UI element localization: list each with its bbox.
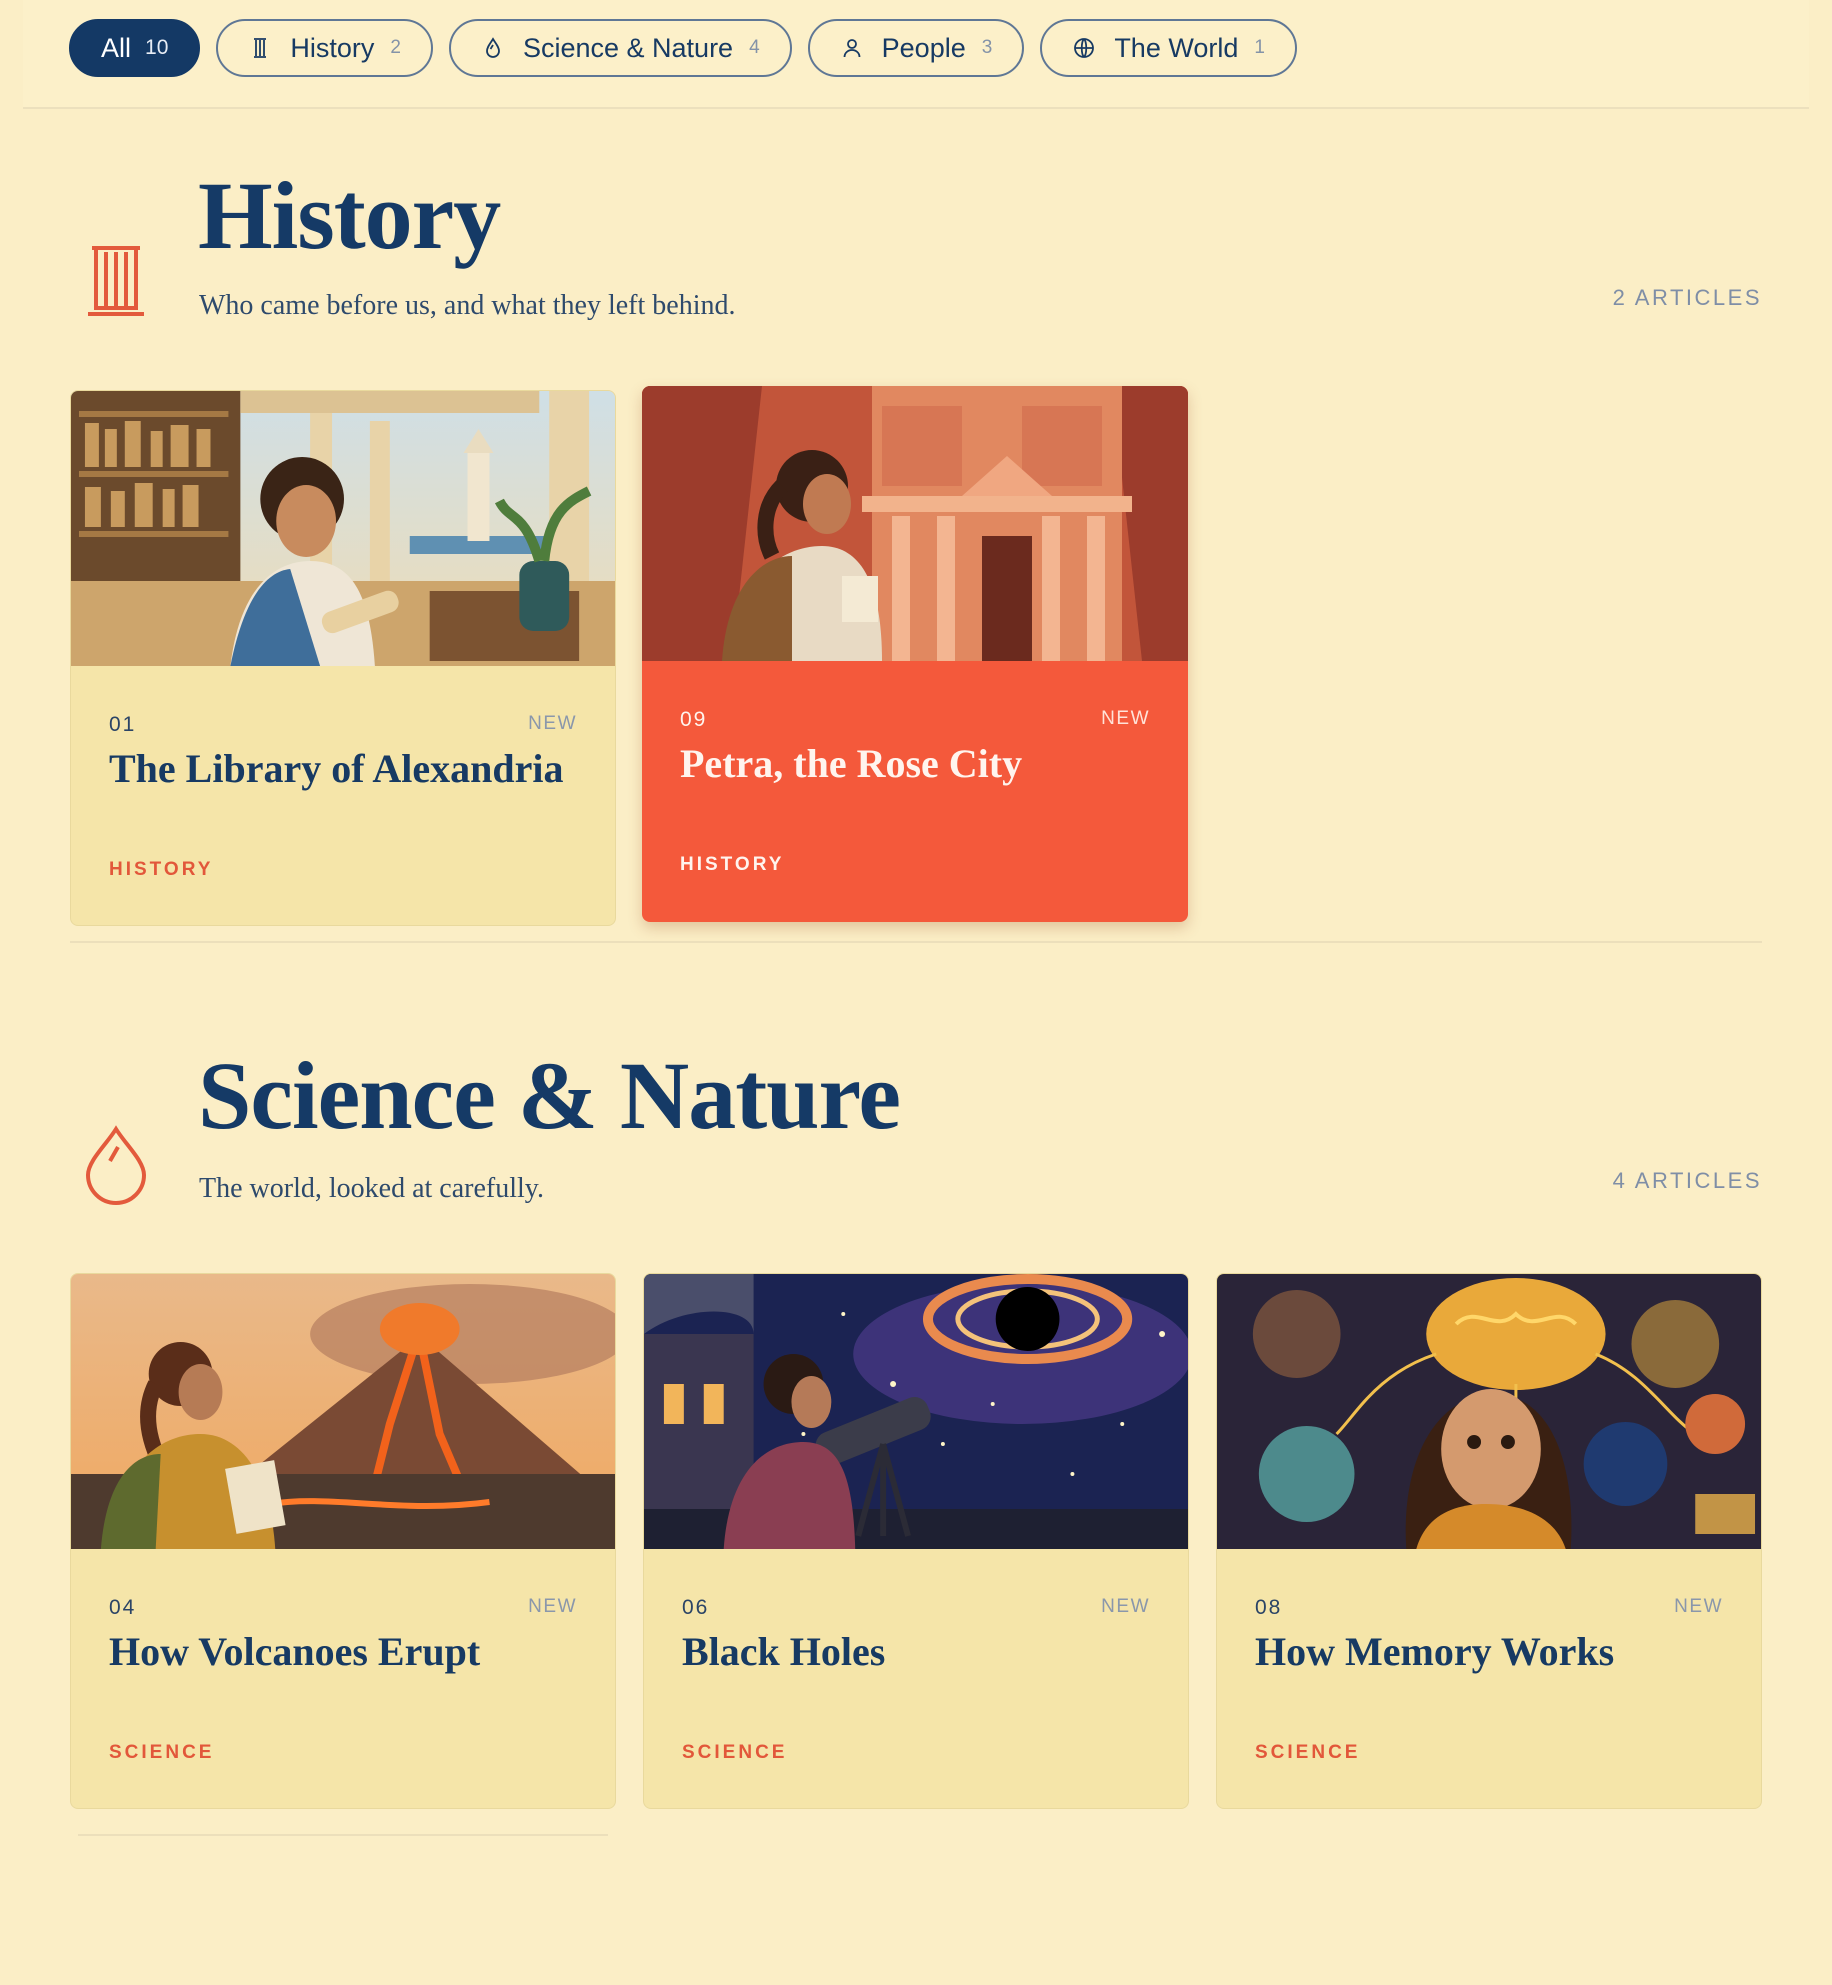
black-hole-illustration [644,1274,1188,1549]
article-card[interactable]: 06 NEW Black Holes SCIENCE [643,1273,1189,1809]
filter-chip-the-world[interactable]: The World 1 [1040,19,1297,77]
volcano-illustration [71,1274,615,1549]
article-card[interactable]: 01 NEW The Library of Alexandria HISTORY [70,390,616,926]
filter-bar: All 10 History 2 Science & Nature 4 Peop… [23,0,1809,109]
filter-chip-count: 3 [981,37,993,58]
section-title: Science & Nature [198,1042,901,1149]
filter-chip-label: Science & Nature [522,32,734,63]
column-icon [248,36,272,60]
article-category: HISTORY [109,859,214,880]
section-title: History [198,162,501,269]
article-number: 01 [109,713,137,736]
filter-chip-science-nature[interactable]: Science & Nature 4 [448,19,792,77]
droplet-icon [481,36,505,60]
library-of-alexandria-illustration [71,391,615,666]
section-subtitle: Who came before us, and what they left b… [199,290,736,321]
article-category: SCIENCE [1255,1742,1361,1763]
article-title: The Library of Alexandria [109,746,564,791]
new-badge: NEW [528,1596,577,1617]
article-category: SCIENCE [682,1742,788,1763]
person-icon [840,36,864,60]
section-subtitle: The world, looked at carefully. [199,1173,544,1204]
article-title: How Volcanoes Erupt [109,1629,481,1674]
new-badge: NEW [1101,708,1150,729]
section-divider [70,941,1762,943]
filter-chip-label: All [101,32,132,63]
petra-illustration [642,386,1188,661]
filter-chip-people[interactable]: People 3 [807,19,1025,77]
memory-brain-illustration [1217,1274,1761,1549]
filter-chip-history[interactable]: History 2 [216,19,433,77]
article-number: 04 [109,1596,137,1619]
filter-chip-label: The World [1114,32,1239,63]
article-card[interactable]: 08 NEW How Memory Works SCIENCE [1216,1273,1762,1809]
article-category: HISTORY [680,854,785,875]
article-category: SCIENCE [109,1742,215,1763]
filter-chip-count: 4 [749,37,760,58]
filter-chip-label: History [290,32,375,63]
filter-chips: All 10 History 2 Science & Nature 4 Peop… [69,19,1297,77]
article-number: 06 [682,1596,710,1619]
filter-chip-count: 10 [145,36,169,59]
filter-chip-all[interactable]: All 10 [69,19,201,77]
globe-icon [1072,36,1096,60]
article-title: How Memory Works [1255,1629,1615,1674]
article-number: 09 [680,708,708,731]
droplet-icon [84,1125,148,1210]
filter-chip-count: 1 [1254,37,1265,58]
article-count: 4 ARTICLES [1612,1168,1762,1193]
new-badge: NEW [1674,1596,1723,1617]
article-title: Black Holes [682,1629,886,1674]
article-card[interactable]: 04 NEW How Volcanoes Erupt SCIENCE [70,1273,616,1809]
column-icon [84,244,148,323]
article-title: Petra, the Rose City [680,741,1023,786]
filter-chip-label: People [881,32,966,63]
section-divider [78,1834,608,1836]
article-count: 2 ARTICLES [1612,285,1762,310]
article-card-featured[interactable]: 09 NEW Petra, the Rose City HISTORY [642,386,1188,922]
article-number: 08 [1255,1596,1283,1619]
filter-chip-count: 2 [390,37,401,58]
new-badge: NEW [528,713,577,734]
new-badge: NEW [1101,1596,1150,1617]
